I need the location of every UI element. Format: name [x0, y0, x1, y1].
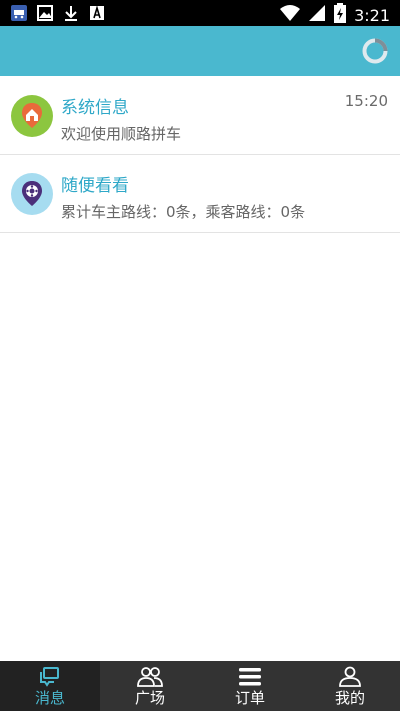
message-icon: [36, 666, 64, 688]
tab-label: 消息: [34, 689, 65, 707]
list-icon: [236, 666, 264, 688]
download-icon: [62, 4, 80, 22]
tab-label: 我的: [334, 689, 365, 707]
message-time: 15:20: [344, 92, 388, 110]
spinner-icon: [362, 38, 388, 64]
status-bar: 3:21: [0, 0, 400, 26]
bottom-tab-bar: 消息 广场 订单 我的: [0, 661, 400, 711]
person-icon: [336, 666, 364, 688]
message-subtitle: 累计车主路线：0条，乘客路线：0条: [61, 203, 306, 221]
car-pin-icon: [11, 173, 53, 215]
car-icon: [10, 4, 28, 22]
message-title: 系统信息: [61, 98, 129, 118]
message-subtitle: 欢迎使用顺路拼车: [61, 125, 182, 143]
signal-icon: [308, 4, 326, 26]
status-time: 3:21: [354, 5, 390, 25]
image-icon: [36, 4, 54, 22]
home-pin-icon: [11, 95, 53, 137]
list-item-browse[interactable]: 随便看看 累计车主路线：0条，乘客路线：0条: [0, 155, 400, 233]
battery-charging-icon: [334, 3, 347, 27]
wifi-icon: [280, 4, 301, 26]
font-icon: [88, 4, 106, 22]
app-header: [0, 26, 400, 76]
tab-messages[interactable]: 消息: [0, 661, 100, 711]
tab-label: 广场: [134, 689, 165, 707]
message-list: 系统信息 欢迎使用顺路拼车 15:20 随便看看 累计车主路线：0条，乘客路线：…: [0, 77, 400, 233]
message-title: 随便看看: [61, 176, 129, 196]
tab-square[interactable]: 广场: [100, 661, 200, 711]
tab-mine[interactable]: 我的: [300, 661, 400, 711]
tab-orders[interactable]: 订单: [200, 661, 300, 711]
list-item-system-info[interactable]: 系统信息 欢迎使用顺路拼车 15:20: [0, 77, 400, 155]
people-icon: [136, 666, 164, 688]
tab-label: 订单: [234, 689, 265, 707]
